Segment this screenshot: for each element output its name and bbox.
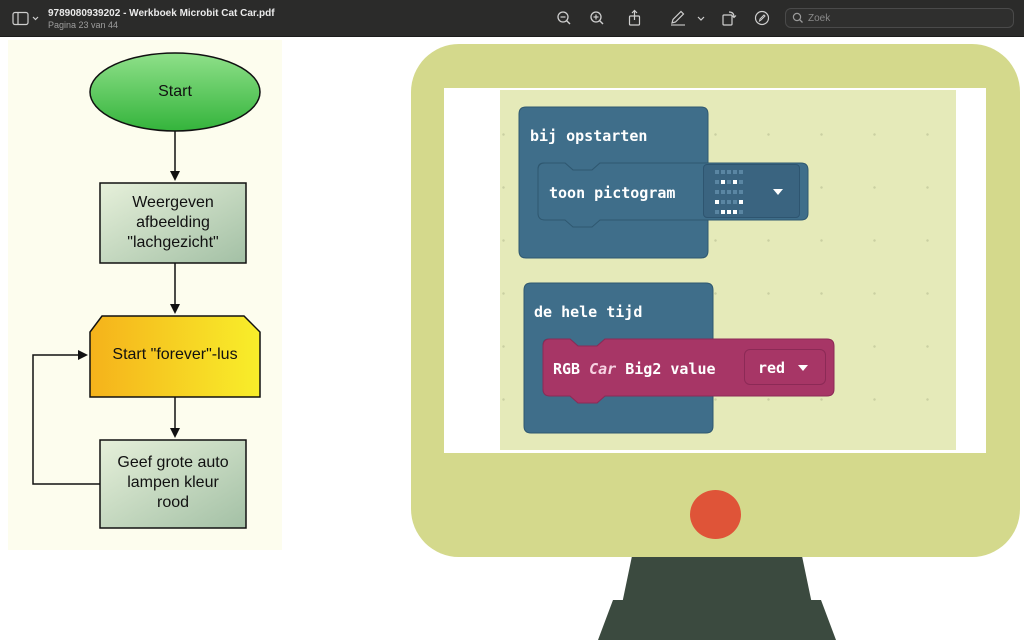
rgb-label-prefix: RGB bbox=[553, 360, 581, 378]
rgb-block-label: RGB Car Big2 value bbox=[553, 360, 716, 378]
code-blocks bbox=[518, 106, 835, 434]
rgb-label-suffix: Big2 value bbox=[625, 360, 716, 378]
color-value-label: red bbox=[758, 359, 786, 377]
caret-down-icon bbox=[798, 365, 808, 371]
color-value-dropdown[interactable]: red bbox=[744, 349, 826, 385]
smiley-icon bbox=[715, 170, 743, 214]
forever-label: de hele tijd bbox=[534, 303, 643, 321]
show-icon-label: toon pictogram bbox=[549, 184, 676, 202]
on-start-label: bij opstarten bbox=[530, 127, 648, 145]
rgb-label-car: Car bbox=[589, 360, 617, 378]
caret-down-icon bbox=[773, 189, 783, 195]
icon-picker-dropdown[interactable] bbox=[703, 164, 800, 218]
